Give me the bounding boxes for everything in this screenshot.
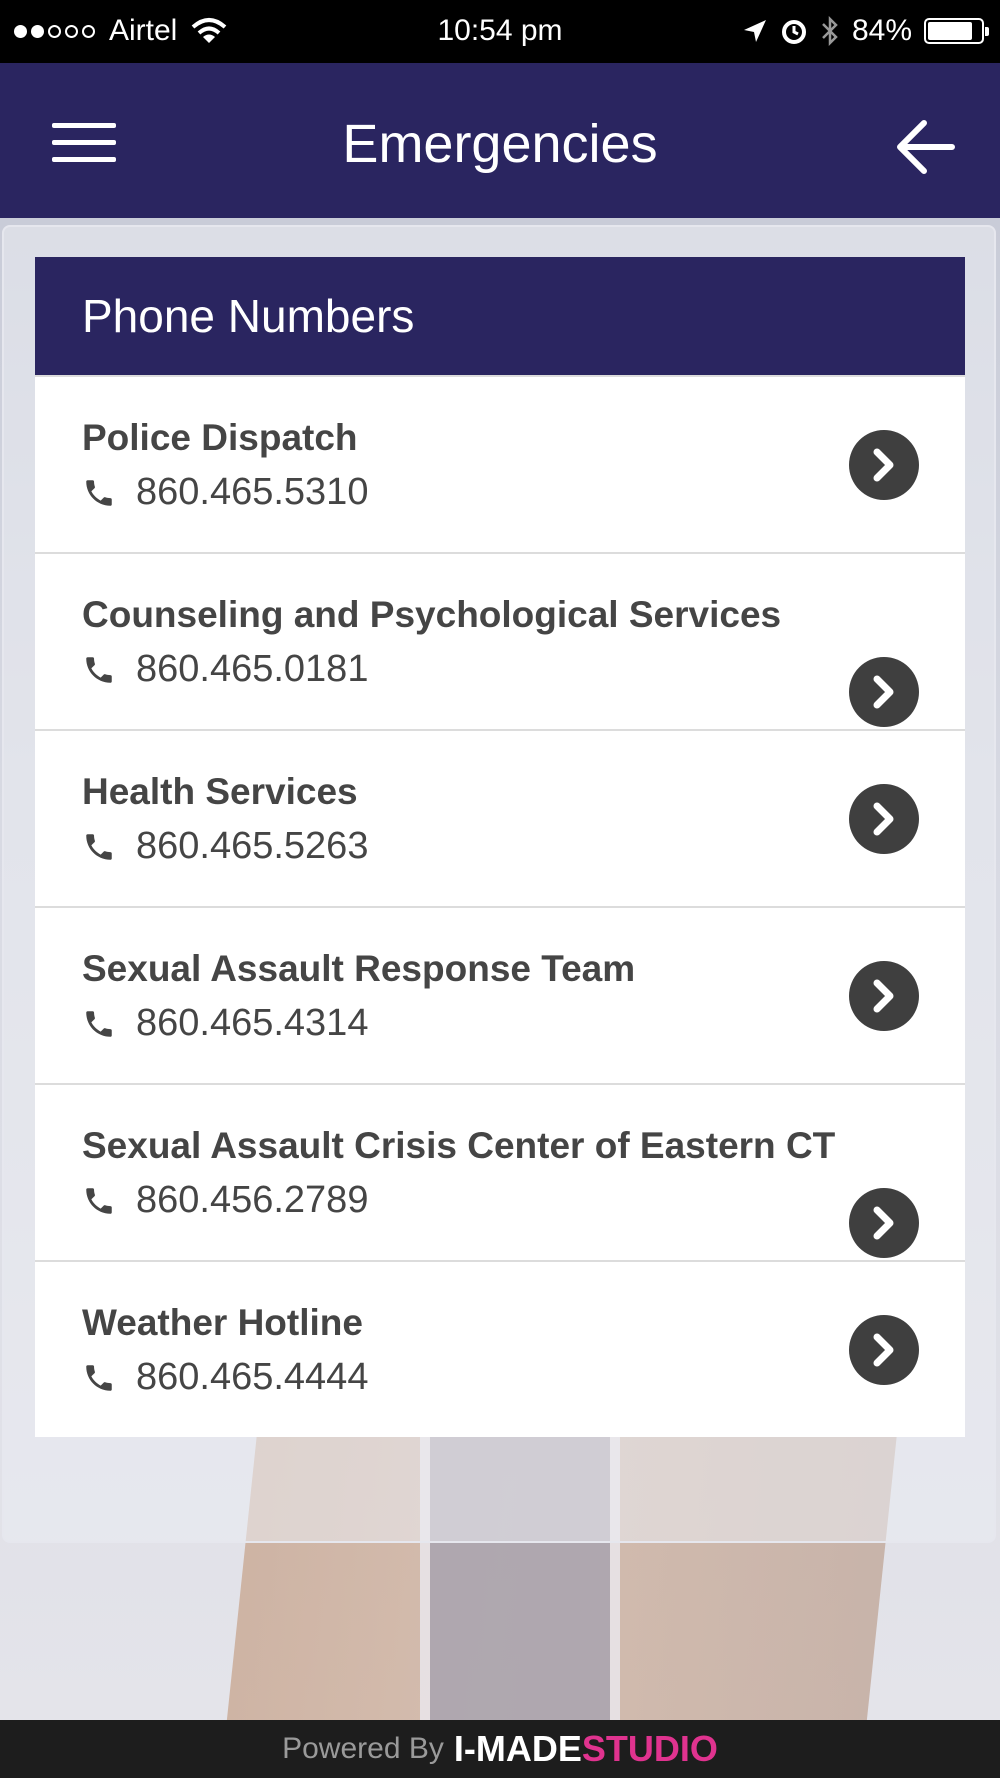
contact-number: 860.456.2789 [136,1179,369,1221]
brand-name-main: I-MADE [453,1728,582,1769]
phone-icon [86,479,112,506]
chevron-right-button[interactable] [849,1315,919,1385]
phone-icon [86,1010,112,1037]
contact-number: 860.465.4444 [136,1356,369,1398]
contact-name: Weather Hotline [82,1302,363,1343]
chevron-right-button[interactable] [849,961,919,1031]
contact-name: Counseling and Psychological Services [82,594,782,635]
phone-numbers-card: Phone Numbers Police Dispatch 860.465.53… [35,257,965,1437]
phone-icon [86,1187,112,1214]
contact-name: Health Services [82,771,358,812]
section-title: Phone Numbers [35,257,965,375]
contact-number: 860.465.5263 [136,825,369,867]
battery-icon [924,18,989,44]
back-button[interactable] [896,119,956,175]
app-header: Emergencies [0,63,1000,218]
chevron-right-button[interactable] [849,784,919,854]
contact-row[interactable]: Police Dispatch 860.465.5310 [35,375,965,552]
chevron-right-button[interactable] [849,1188,919,1258]
contact-phone: 860.456.2789 [82,1179,368,1222]
footer: Powered By I-MADESTUDIO [0,1720,1000,1778]
phone-icon [86,833,112,860]
phone-icon [86,656,112,683]
contact-row[interactable]: Sexual Assault Crisis Center of Eastern … [35,1083,965,1260]
contact-name: Sexual Assault Response Team [82,948,636,989]
brand-name-accent: STUDIO [581,1728,718,1769]
phone-icon [86,1364,112,1391]
battery-percent: 84% [851,14,912,47]
contact-name: Sexual Assault Crisis Center of Eastern … [82,1125,836,1166]
contact-phone: 860.465.5310 [82,471,368,514]
chevron-right-icon [873,1333,894,1367]
contact-row[interactable]: Sexual Assault Response Team 860.465.431… [35,906,965,1083]
chevron-right-icon [873,675,894,709]
contact-row[interactable]: Health Services 860.465.5263 [35,729,965,906]
bluetooth-icon [822,16,838,46]
chevron-right-button[interactable] [849,430,919,500]
status-right: 84% [742,14,989,48]
chevron-right-icon [873,1206,894,1240]
chevron-right-button[interactable] [849,657,919,727]
page-title: Emergencies [342,114,658,174]
contact-phone: 860.465.0181 [82,648,368,691]
contact-number: 860.465.5310 [136,471,369,513]
chevron-right-icon [873,979,894,1013]
alarm-clock-icon [781,20,806,44]
contact-phone: 860.465.5263 [82,825,368,868]
brand-logo[interactable]: I-MADESTUDIO [454,1728,718,1770]
contact-name: Police Dispatch [82,417,358,458]
contact-phone: 860.465.4444 [82,1356,368,1399]
contact-number: 860.465.0181 [136,648,369,690]
status-bar: Airtel 10:54 pm 84% [0,0,1000,63]
contact-phone: 860.465.4314 [82,1002,368,1045]
location-arrow-icon [743,20,766,42]
chevron-right-icon [873,802,894,836]
contact-number: 860.465.4314 [136,1002,369,1044]
powered-by-label: Powered By [282,1732,444,1765]
arrow-left-icon [897,120,955,174]
contact-row[interactable]: Counseling and Psychological Services 86… [35,552,965,729]
chevron-right-icon [873,448,894,482]
contact-row[interactable]: Weather Hotline 860.465.4444 [35,1260,965,1437]
